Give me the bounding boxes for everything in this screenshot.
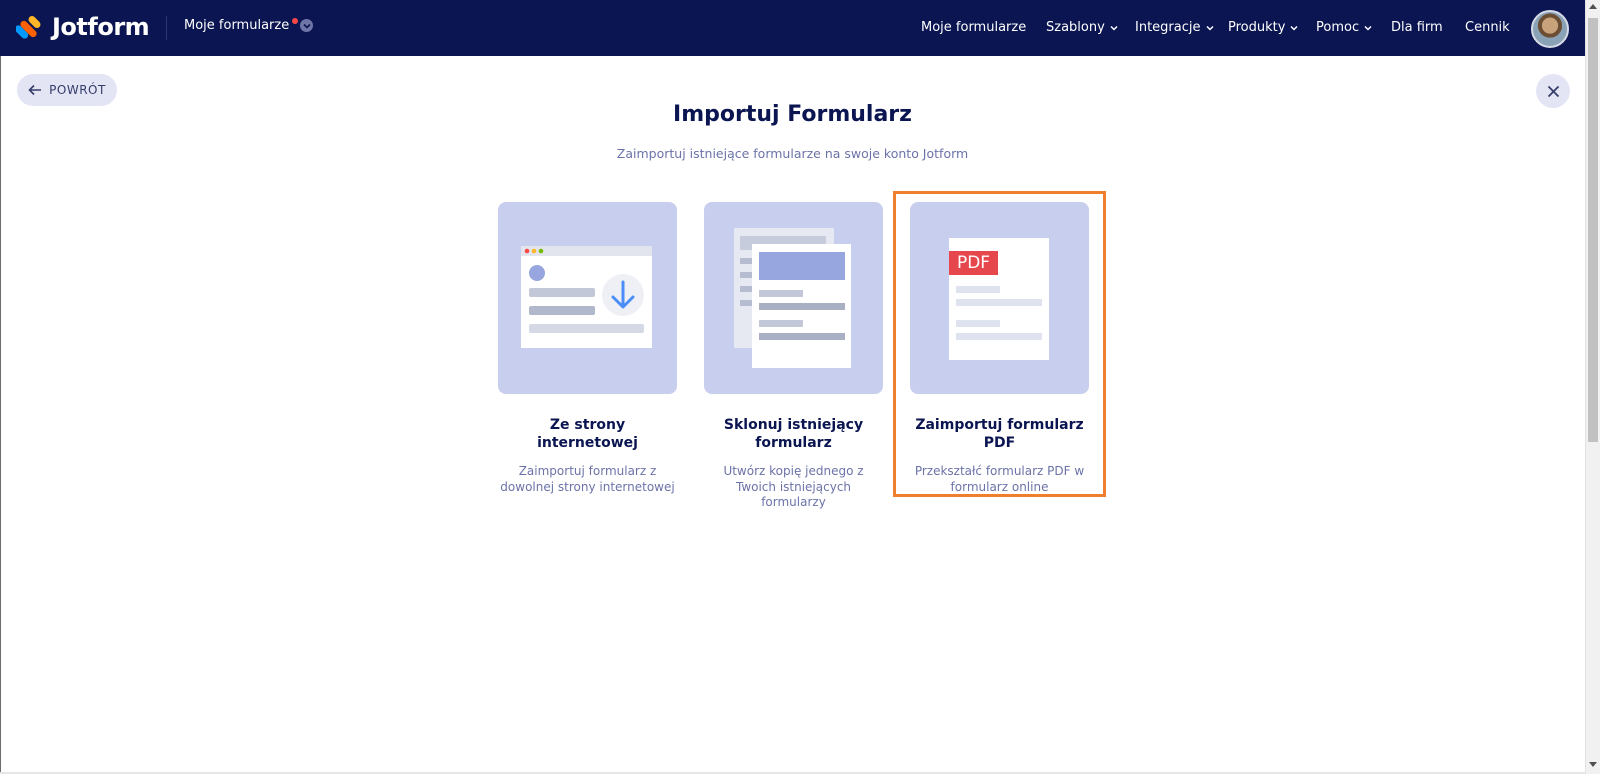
nav-products-label: Produkty — [1228, 20, 1286, 35]
nav-templates-label: Szablony — [1046, 20, 1105, 35]
chevron-down-icon — [1205, 25, 1214, 31]
scroll-up-arrow-icon[interactable] — [1589, 4, 1597, 9]
nav-my-forms[interactable]: Moje formularze — [921, 20, 1026, 35]
page-subtitle: Zaimportuj istniejące formularze na swoj… — [616, 146, 969, 161]
card-title: Ze strony internetowej — [537, 417, 638, 451]
nav-products[interactable]: Produkty — [1228, 20, 1298, 35]
selected-card-highlight — [893, 191, 1106, 497]
scrollbar-thumb[interactable] — [1588, 18, 1598, 442]
card-description: Zaimportuj formularz z dowolnej strony i… — [500, 464, 675, 494]
close-icon — [1547, 85, 1559, 97]
nav-integrations[interactable]: Integracje — [1135, 20, 1214, 35]
clone-existing-form-card[interactable]: Sklonuj istniejący formularz Utwórz kopi… — [704, 202, 883, 511]
my-forms-dropdown[interactable]: Moje formularze — [184, 17, 314, 33]
nav-help-label: Pomoc — [1316, 20, 1360, 35]
jotform-logo[interactable]: Jotform — [16, 13, 150, 41]
my-forms-label: Moje formularze — [184, 18, 290, 33]
browser-download-icon — [521, 246, 652, 348]
chevron-down-icon — [1110, 25, 1118, 31]
nav-pricing[interactable]: Cennik — [1465, 20, 1510, 35]
nav-templates[interactable]: Szablony — [1046, 20, 1118, 35]
page-title: Importuj Formularz — [673, 102, 912, 127]
jotform-logo-icon — [16, 15, 41, 40]
chevron-down-icon — [300, 19, 314, 32]
header-divider — [166, 16, 167, 40]
window-edge — [0, 56, 1, 774]
back-label: POWRÓT — [49, 83, 106, 97]
nav-integrations-label: Integracje — [1135, 20, 1201, 35]
brand-name: Jotform — [52, 13, 150, 41]
scroll-down-arrow-icon[interactable] — [1589, 762, 1597, 767]
user-avatar[interactable] — [1531, 10, 1569, 48]
clone-form-illustration — [704, 202, 883, 394]
nav-help[interactable]: Pomoc — [1316, 20, 1372, 35]
import-from-website-card[interactable]: Ze strony internetowej Zaimportuj formul… — [498, 202, 677, 495]
card-title: Sklonuj istniejący formularz — [723, 417, 864, 451]
chevron-down-icon — [1290, 25, 1298, 31]
nav-enterprise-label: Dla firm — [1391, 20, 1443, 35]
card-description: Utwórz kopię jednego z Twoich istniejący… — [723, 464, 864, 509]
documents-copy-icon — [734, 228, 851, 368]
nav-my-forms-label: Moje formularze — [921, 20, 1027, 35]
chevron-down-icon — [1364, 25, 1372, 31]
arrow-left-icon — [28, 84, 42, 96]
vertical-scrollbar[interactable] — [1585, 0, 1600, 774]
website-import-illustration — [498, 202, 677, 394]
notification-dot — [292, 17, 299, 24]
nav-enterprise[interactable]: Dla firm — [1391, 20, 1443, 35]
nav-pricing-label: Cennik — [1465, 20, 1510, 35]
